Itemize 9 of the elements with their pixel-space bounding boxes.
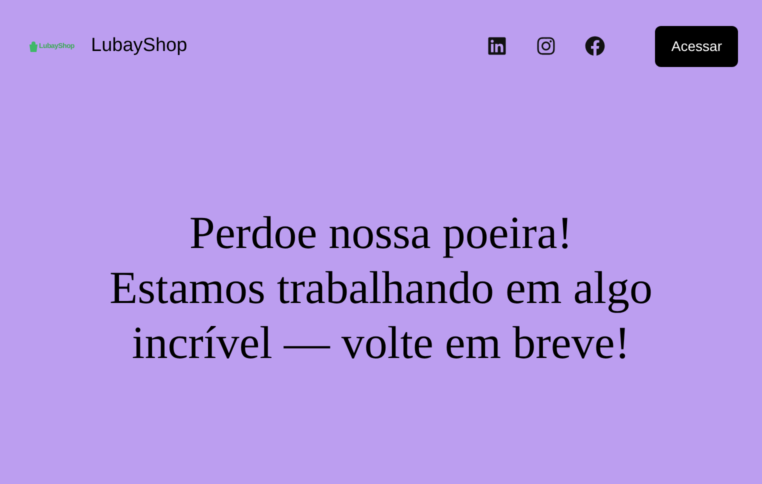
login-button[interactable]: Acessar [655,26,738,66]
facebook-icon[interactable] [585,36,606,56]
heading-line: Perdoe nossa poeira! [189,206,573,260]
heading-line: incrível — volte em breve! [132,316,630,370]
brand-name: LubayShop [91,35,188,57]
shopping-bag-icon [29,40,38,52]
linkedin-icon[interactable] [487,36,508,56]
instagram-icon[interactable] [536,36,556,56]
heading-line: Estamos trabalhando em algo [110,261,652,315]
